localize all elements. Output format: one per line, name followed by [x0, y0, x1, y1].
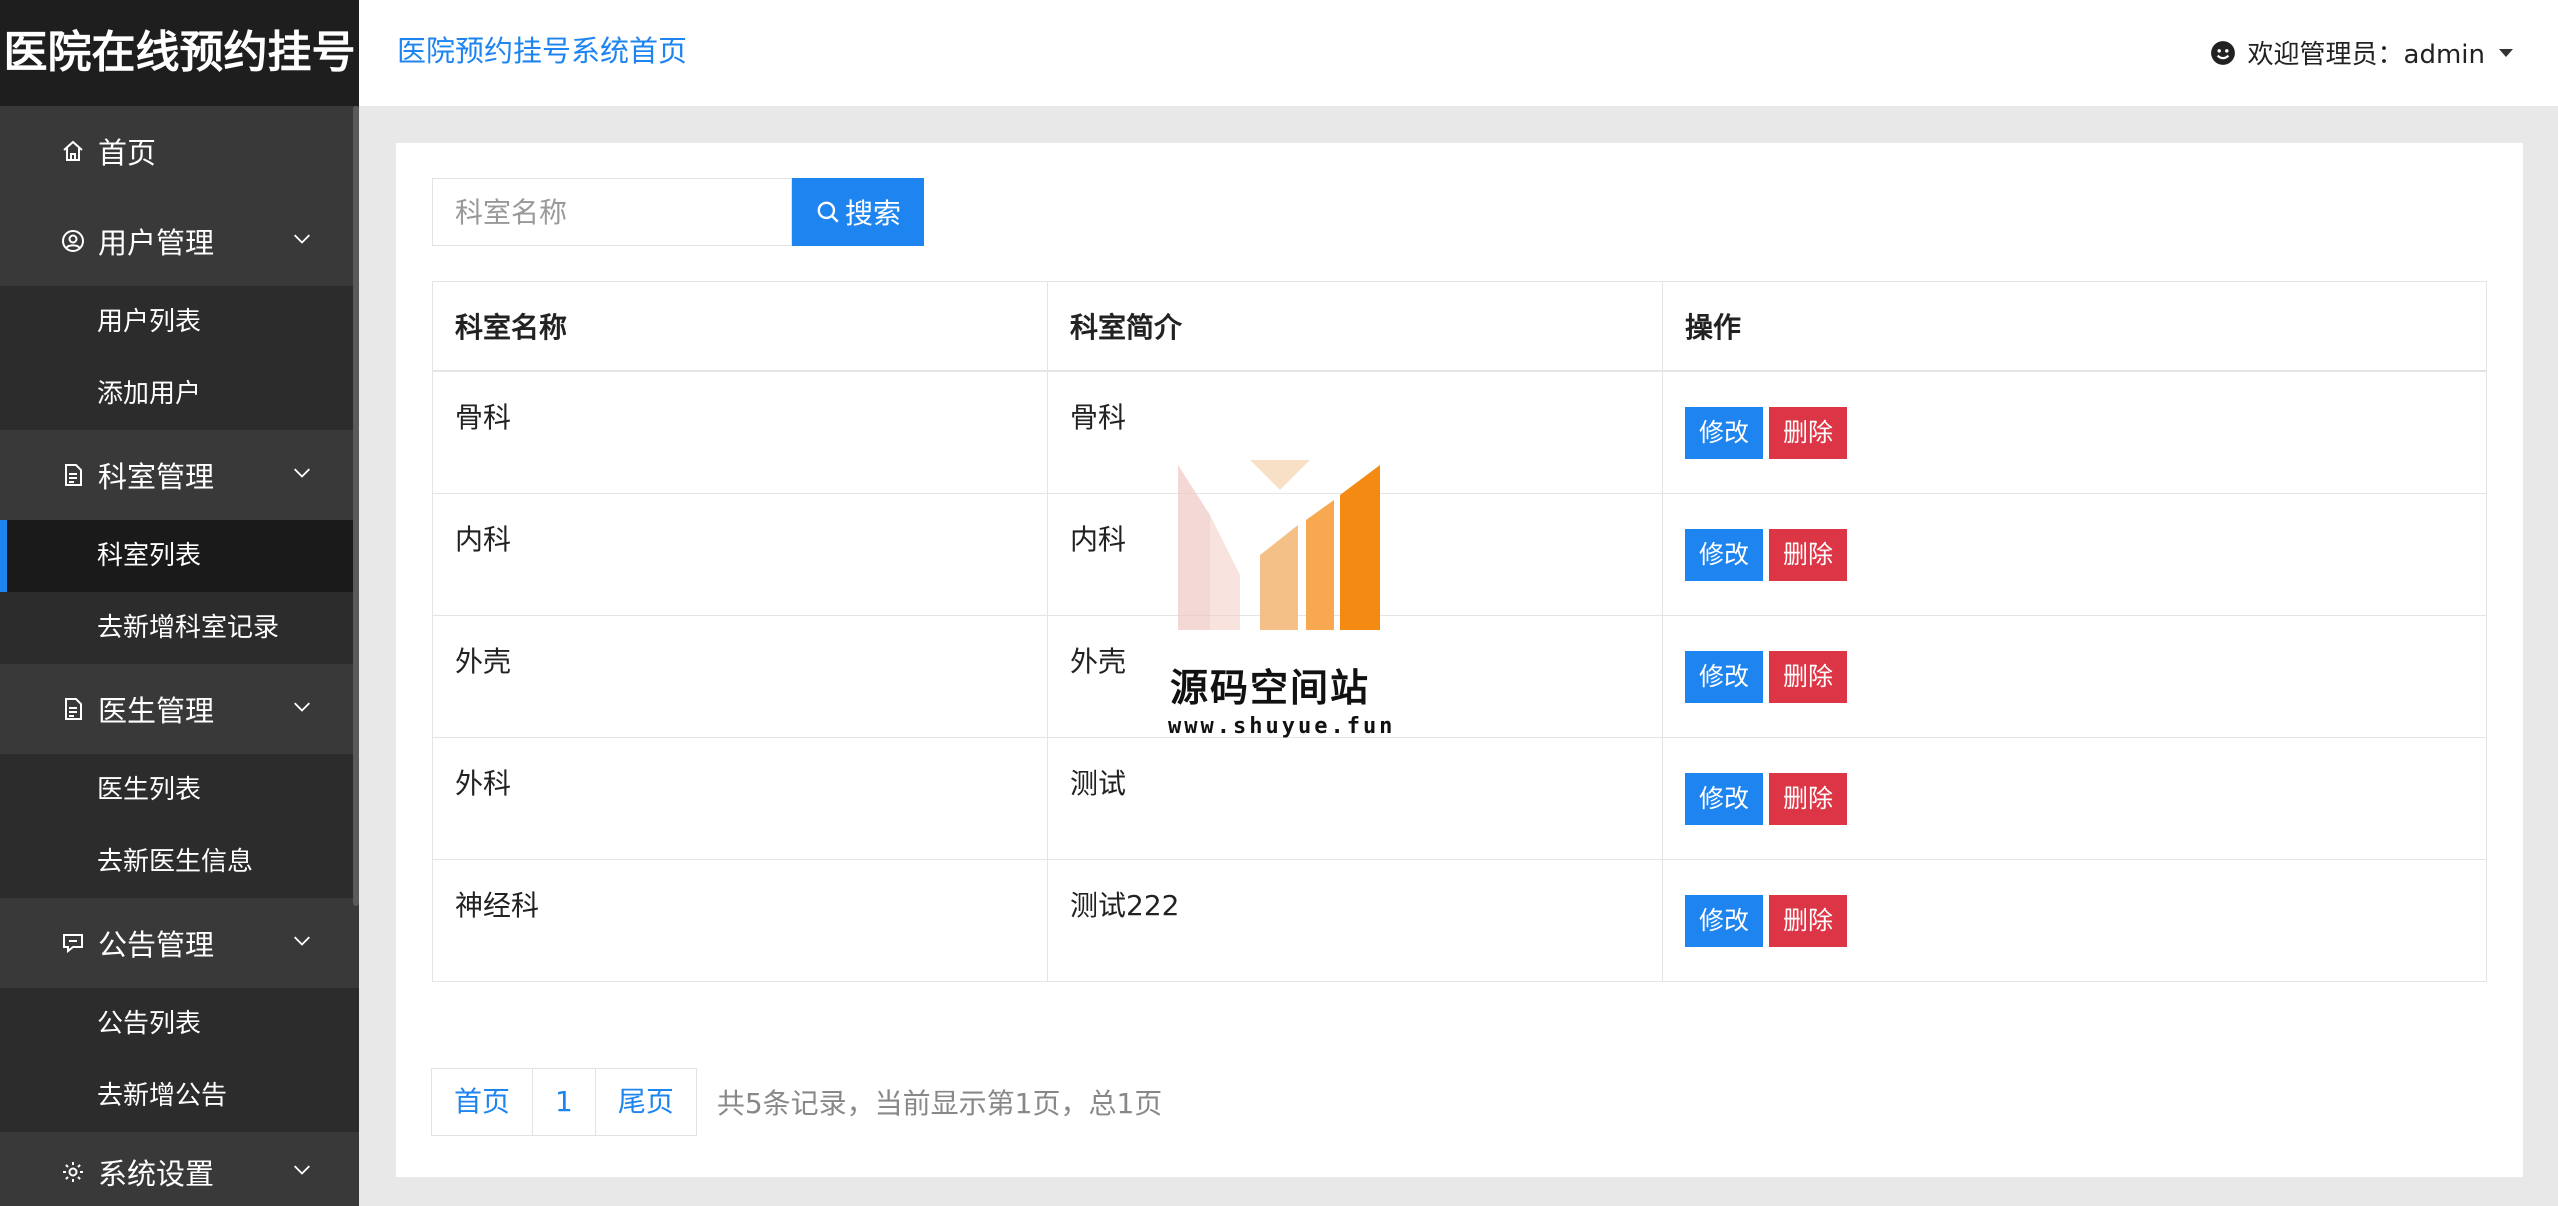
- cell-actions: 修改 删除: [1662, 615, 2487, 738]
- edit-button[interactable]: 修改: [1685, 406, 1764, 459]
- menu-group-doctors: 医生管理 医生列表 去新医生信息: [0, 664, 359, 898]
- sidebar-item-home[interactable]: 首页: [0, 106, 359, 196]
- chevron-down-icon: [294, 702, 310, 712]
- edit-button[interactable]: 修改: [1685, 528, 1764, 581]
- user-menu[interactable]: 欢迎管理员：admin: [2210, 34, 2513, 71]
- document-icon: [60, 696, 86, 722]
- menu-head-departments[interactable]: 科室管理: [0, 430, 359, 520]
- chevron-down-icon: [294, 936, 310, 946]
- table-row: 神经科 测试222 修改 删除: [432, 859, 2487, 982]
- delete-button[interactable]: 删除: [1769, 528, 1848, 581]
- document-icon: [60, 462, 86, 488]
- sidebar-item-doctor-list[interactable]: 医生列表: [0, 754, 359, 826]
- column-header-name: 科室名称: [432, 281, 1048, 372]
- table-row: 内科 内科 修改 删除: [432, 493, 2487, 616]
- menu-group-users: 用户管理 用户列表 添加用户: [0, 196, 359, 430]
- announcement-icon: [60, 930, 86, 956]
- caret-down-icon: [2499, 48, 2513, 57]
- menu-head-doctors[interactable]: 医生管理: [0, 664, 359, 754]
- menu-head-label: 用户管理: [98, 226, 215, 260]
- cell-actions: 修改 删除: [1662, 370, 2487, 494]
- search-button[interactable]: 搜索: [792, 178, 924, 246]
- cell-actions: 修改 删除: [1662, 493, 2487, 616]
- sidebar-item-add-user[interactable]: 添加用户: [0, 358, 359, 430]
- chevron-down-icon: [294, 1165, 310, 1175]
- column-header-intro: 科室简介: [1047, 281, 1663, 372]
- cell-intro: 测试222: [1047, 859, 1663, 982]
- delete-button[interactable]: 删除: [1769, 772, 1848, 825]
- menu-head-users[interactable]: 用户管理: [0, 196, 359, 286]
- edit-button[interactable]: 修改: [1685, 650, 1764, 703]
- sidebar-scrollbar[interactable]: [353, 106, 359, 906]
- sidebar-item-department-list[interactable]: 科室列表: [0, 520, 359, 592]
- menu-head-notices[interactable]: 公告管理: [0, 898, 359, 988]
- pagination: 首页 1 尾页 共5条记录，当前显示第1页，总1页: [431, 1068, 1163, 1136]
- search-bar: 搜索: [432, 178, 924, 246]
- sidebar: 医院在线预约挂号 首页 用户管理 用户列表 添加用户 科室管理 科室列表 去新增…: [0, 0, 359, 1206]
- sidebar-item-user-list[interactable]: 用户列表: [0, 286, 359, 358]
- department-table: 科室名称 科室简介 操作 骨科 骨科 修改 删除 内科 内科 修改 删除 外壳 …: [432, 281, 2487, 982]
- system-home-link[interactable]: 医院预约挂号系统首页: [397, 28, 687, 70]
- watermark-url: www.shuyue.fun: [1168, 714, 1396, 739]
- pager-first[interactable]: 首页: [431, 1068, 534, 1136]
- user-icon: [60, 228, 86, 254]
- top-header: 医院预约挂号系统首页 欢迎管理员：admin: [359, 0, 2558, 106]
- menu-head-label: 科室管理: [98, 460, 215, 494]
- column-header-actions: 操作: [1662, 281, 2487, 372]
- delete-button[interactable]: 删除: [1769, 406, 1848, 459]
- cell-actions: 修改 删除: [1662, 737, 2487, 860]
- menu-head-label: 系统设置: [98, 1157, 215, 1191]
- gear-icon: [60, 1159, 86, 1185]
- pager-page[interactable]: 1: [532, 1068, 596, 1136]
- sidebar-item-add-doctor[interactable]: 去新医生信息: [0, 826, 359, 898]
- watermark-name: 源码空间站: [1170, 666, 1371, 710]
- sidebar-item-add-notice[interactable]: 去新增公告: [0, 1060, 359, 1132]
- edit-button[interactable]: 修改: [1685, 772, 1764, 825]
- delete-button[interactable]: 删除: [1769, 650, 1848, 703]
- menu-head-label: 公告管理: [98, 928, 215, 962]
- content-card: 搜索 科室名称 科室简介 操作 骨科 骨科 修改删除 内科 内科: [396, 143, 2523, 1177]
- menu-group-departments: 科室管理 科室列表 去新增科室记录: [0, 430, 359, 664]
- cell-name: 内科: [432, 493, 1048, 616]
- menu-head-label: 医生管理: [98, 694, 215, 728]
- menu-group-settings: 系统设置: [0, 1132, 359, 1206]
- cell-intro: 测试: [1047, 737, 1663, 860]
- cell-actions: 修改 删除: [1662, 859, 2487, 982]
- chevron-down-icon: [294, 234, 310, 244]
- search-button-label: 搜索: [844, 197, 901, 230]
- edit-button[interactable]: 修改: [1685, 894, 1764, 947]
- table-row: 外壳 外壳 修改 删除: [432, 615, 2487, 738]
- menu-head-settings[interactable]: 系统设置: [0, 1132, 359, 1206]
- delete-button[interactable]: 删除: [1769, 894, 1848, 947]
- home-icon: [60, 138, 86, 164]
- pager-info: 共5条记录，当前显示第1页，总1页: [716, 1087, 1163, 1120]
- cell-name: 骨科: [432, 370, 1048, 494]
- search-input[interactable]: [432, 178, 792, 246]
- menu-group-notices: 公告管理 公告列表 去新增公告: [0, 898, 359, 1132]
- sidebar-item-label: 首页: [98, 136, 157, 170]
- table-row: 骨科 骨科 修改 删除: [432, 370, 2487, 494]
- smile-icon: [2210, 40, 2235, 65]
- search-icon: [817, 201, 839, 223]
- chevron-down-icon: [294, 468, 310, 478]
- table-row: 外科 测试 修改 删除: [432, 737, 2487, 860]
- cell-name: 外壳: [432, 615, 1048, 738]
- pager-last[interactable]: 尾页: [594, 1068, 697, 1136]
- user-greeting: 欢迎管理员：admin: [2247, 40, 2485, 70]
- cell-name: 外科: [432, 737, 1048, 860]
- sidebar-item-add-department[interactable]: 去新增科室记录: [0, 592, 359, 664]
- sidebar-item-notice-list[interactable]: 公告列表: [0, 988, 359, 1060]
- table-header-row: 科室名称 科室简介 操作: [432, 281, 2487, 372]
- brand-title: 医院在线预约挂号: [0, 0, 359, 106]
- cell-name: 神经科: [432, 859, 1048, 982]
